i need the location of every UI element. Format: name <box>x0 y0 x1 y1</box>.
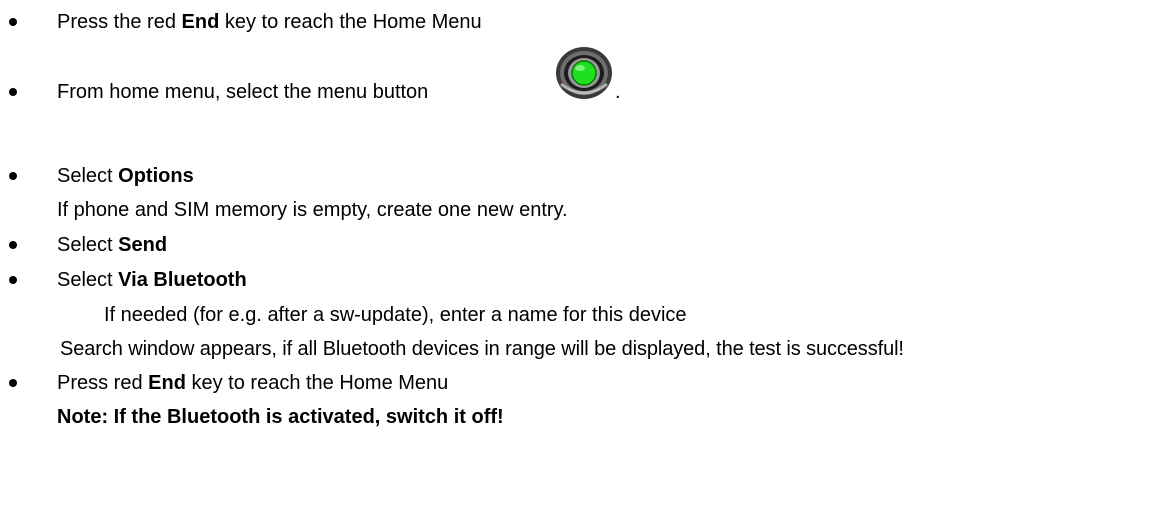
menu-options: Options <box>118 165 194 187</box>
bullet <box>9 88 17 96</box>
bullet <box>9 172 17 180</box>
key-end: End <box>148 372 186 394</box>
step-2-period: . <box>615 81 621 103</box>
step-4-text: Select Send <box>57 234 168 256</box>
step-5-text: Select Via Bluetooth <box>57 269 247 291</box>
step-1-text: Press the red End key to reach the Home … <box>57 11 482 33</box>
menu-send: Send <box>118 234 168 256</box>
key-end: End <box>181 11 220 33</box>
step-3-text: Select Options <box>57 165 194 187</box>
search-window-note: Search window appears, if all Bluetooth … <box>60 338 904 360</box>
bluetooth-name-note: If needed (for e.g. after a sw-update), … <box>104 304 687 326</box>
bullet <box>9 18 17 26</box>
step-2-text: From home menu, select the menu button <box>57 81 429 103</box>
final-note: Note: If the Bluetooth is activated, swi… <box>57 406 504 428</box>
bullet <box>9 241 17 249</box>
options-note: If phone and SIM memory is empty, create… <box>57 199 568 221</box>
menu-via-bluetooth: Via Bluetooth <box>118 269 247 291</box>
menu-button-icon <box>556 47 612 99</box>
bullet <box>9 276 17 284</box>
step-6-text: Press red End key to reach the Home Menu <box>57 372 449 394</box>
bullet <box>9 379 17 387</box>
